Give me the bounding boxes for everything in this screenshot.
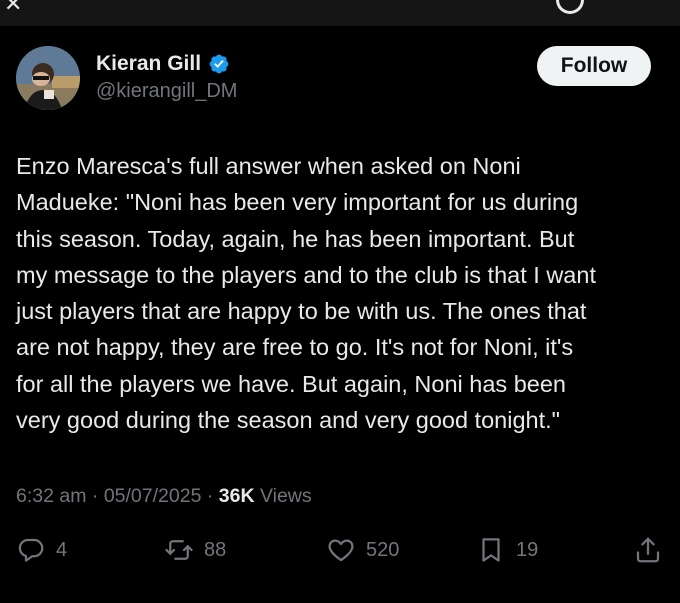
bookmark-count: 19 (516, 538, 539, 561)
bookmark-button[interactable]: 19 (476, 535, 538, 565)
action-bar: 4 88 520 19 (0, 535, 680, 575)
tweet-date[interactable]: 05/07/2025 (104, 485, 202, 507)
close-icon[interactable]: ✕ (4, 0, 22, 17)
share-icon (636, 537, 660, 563)
tweet-meta: 6:32 am · 05/07/2025 · 36K Views (16, 485, 312, 508)
tweet-time[interactable]: 6:32 am (16, 485, 86, 507)
reply-count: 4 (56, 538, 68, 561)
author-name[interactable]: Kieran Gill (96, 52, 201, 76)
views-label: Views (259, 485, 312, 507)
heart-icon (328, 539, 354, 562)
follow-button[interactable]: Follow (537, 46, 651, 86)
views-count: 36K (218, 485, 255, 507)
meta-separator: · (206, 485, 214, 507)
share-button[interactable] (633, 535, 663, 565)
tweet-header: Kieran Gill @kierangill_DM Follow (16, 44, 666, 114)
meta-separator: · (91, 485, 99, 507)
repost-button[interactable]: 88 (164, 535, 226, 565)
more-icon[interactable] (556, 0, 584, 14)
like-button[interactable]: 520 (326, 535, 399, 565)
top-bar: ✕ (0, 0, 680, 26)
author-handle[interactable]: @kierangill_DM (96, 80, 237, 103)
repost-count: 88 (204, 538, 227, 561)
avatar[interactable] (16, 46, 80, 110)
reply-button[interactable]: 4 (16, 535, 67, 565)
repost-icon (165, 540, 193, 560)
avatar-image (16, 46, 80, 110)
bookmark-icon (482, 538, 500, 562)
reply-icon (18, 538, 44, 562)
like-count: 520 (366, 538, 400, 561)
verified-badge-icon (208, 53, 230, 75)
tweet-text: Enzo Maresca's full answer when asked on… (16, 153, 596, 434)
